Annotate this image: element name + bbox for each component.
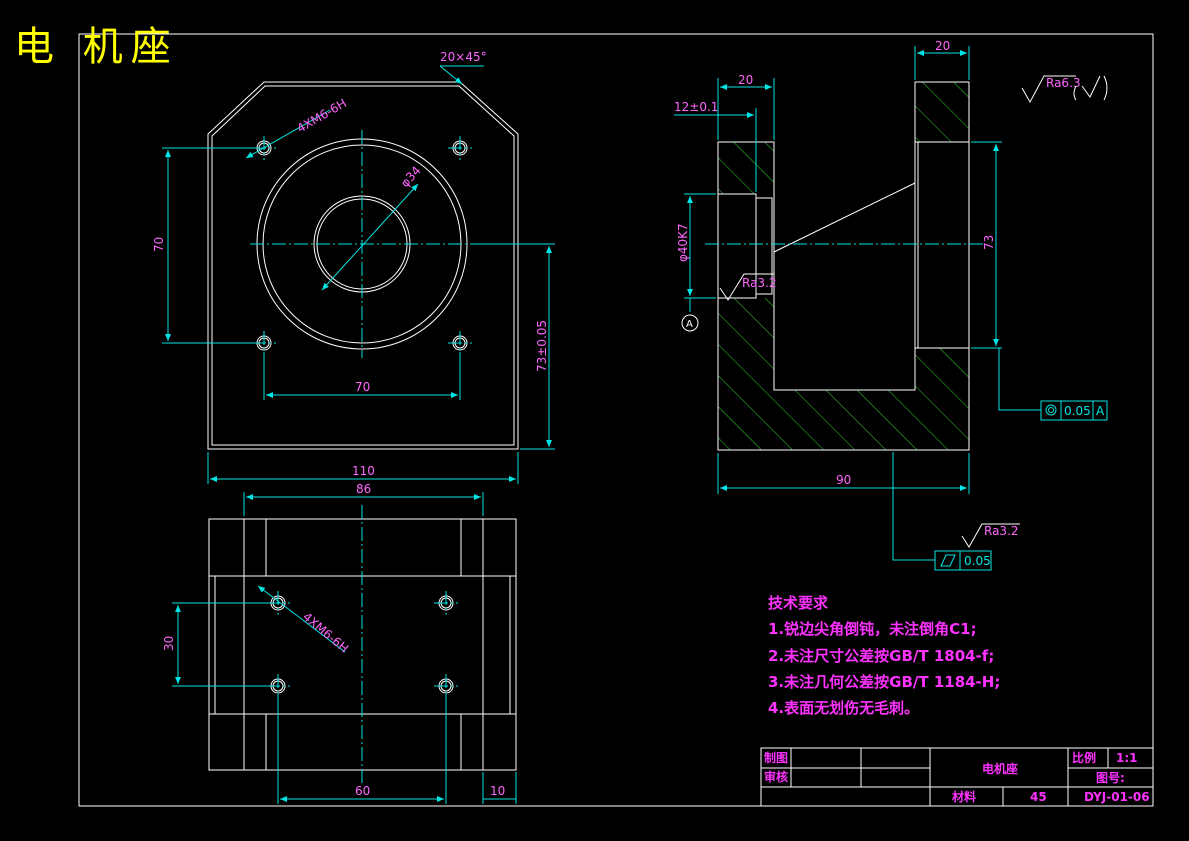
coaxiality-value: 0.05 (1064, 404, 1091, 418)
ra32-bottom-dim: Ra3.2 (984, 524, 1019, 538)
v30-dim: 30 (162, 636, 176, 651)
tech-item: 2.未注尺寸公差按GB/T 1804-f; (768, 647, 994, 665)
h70-dim: 70 (355, 380, 370, 394)
w86-dim: 86 (356, 482, 371, 496)
tap-front-dim: 4XM6-6H (295, 96, 349, 136)
front-view: 20×45° 4XM6-6H φ34 70 70 73±0.05 110 (152, 50, 555, 484)
title-block: 制图 审核 电机座 比例 1:1 图号: DYJ-01-06 材料 45 (760, 747, 1154, 807)
tb-dwg-no: DYJ-01-06 (1084, 790, 1150, 804)
chamfer-dim: 20×45° (440, 50, 487, 64)
v73-dim: 73±0.05 (535, 320, 549, 372)
s20b-dim: 20 (935, 39, 950, 53)
drawing-canvas: 电 机座 20×45° 4XM6-6H φ34 70 70 73±0.05 11… (14, 24, 1154, 807)
s90-dim: 90 (836, 473, 851, 487)
tb-part-name: 电机座 (982, 761, 1018, 776)
tb-dwg-label: 图号: (1096, 770, 1125, 785)
v70-dim: 70 (152, 237, 166, 252)
coaxiality-datum: A (1096, 404, 1105, 418)
s20a-dim: 20 (738, 73, 753, 87)
drawing-title: 电 机座 (14, 24, 179, 70)
tb-draw-label: 制图 (764, 750, 788, 765)
s12-dim: 12±0.1 (674, 100, 718, 114)
tb-material: 45 (1030, 790, 1047, 804)
tech-heading: 技术要求 (768, 594, 829, 612)
tap-bottom-dim: 4XM6-6H (300, 610, 351, 656)
tb-check-label: 审核 (764, 769, 788, 784)
w110-dim: 110 (352, 464, 375, 478)
bore-dim: φ40K7 (676, 223, 690, 262)
tech-item: 4.表面无划伤无毛刺。 (768, 699, 919, 717)
w10-dim: 10 (490, 784, 505, 798)
section-view: 20 12±0.1 20 φ40K7 A Ra3.2 73 90 0.05 A … (674, 39, 1108, 571)
tb-scale-label: 比例 (1072, 750, 1096, 765)
tech-item: 3.未注几何公差按GB/T 1184-H; (768, 673, 1000, 691)
w60-dim: 60 (355, 784, 370, 798)
ra32-bore-dim: Ra3.2 (742, 276, 777, 290)
flatness-value: 0.05 (964, 554, 991, 568)
tb-scale: 1:1 (1116, 751, 1138, 765)
tb-material-label: 材料 (951, 789, 976, 804)
tech-requirements: 技术要求 1.锐边尖角倒钝，未注倒角C1; 2.未注尺寸公差按GB/T 1804… (768, 594, 1000, 717)
tech-item: 1.锐边尖角倒钝，未注倒角C1; (768, 620, 977, 638)
datum-a-label: A (686, 319, 693, 330)
dia34-dim: φ34 (398, 163, 424, 190)
bottom-view: 86 4XM6-6H 30 60 10 (162, 482, 517, 804)
s73-dim: 73 (982, 235, 996, 250)
